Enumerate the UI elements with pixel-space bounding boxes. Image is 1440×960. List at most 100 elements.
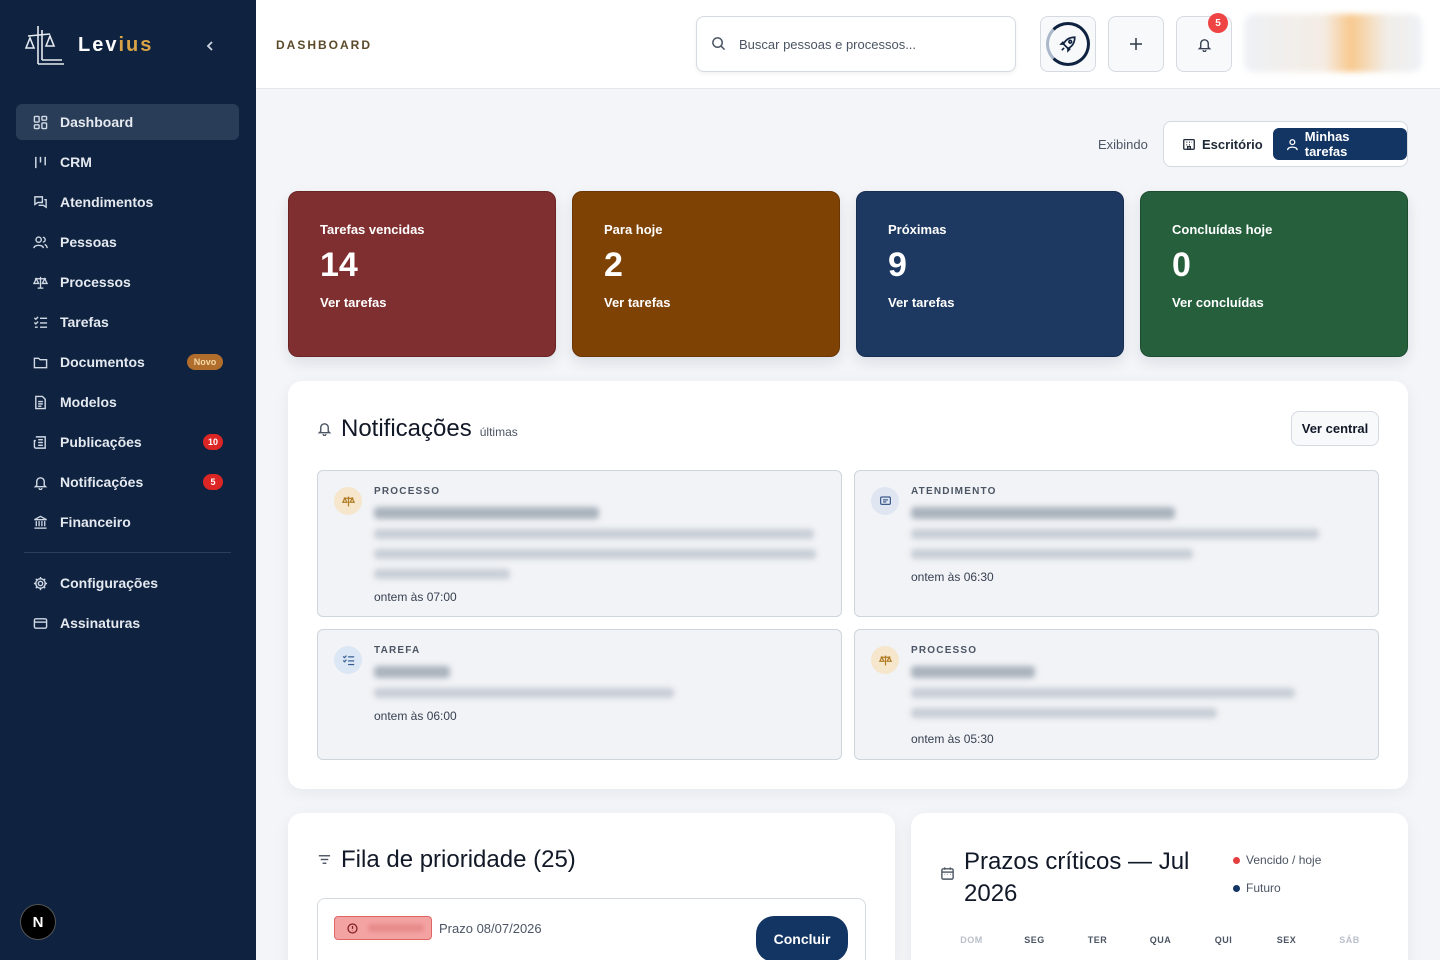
legend-future: Futuro (1233, 881, 1281, 895)
sidebar-item-atendimentos[interactable]: Atendimentos (16, 184, 239, 220)
sidebar-item-label: Notificações (60, 474, 144, 490)
sidebar-item-label: Pessoas (60, 234, 117, 250)
onboarding-rocket-button[interactable] (1040, 16, 1096, 72)
chevron-left-icon (206, 41, 213, 51)
view-mine-option[interactable]: Minhas tarefas (1273, 128, 1407, 160)
add-button[interactable] (1108, 16, 1164, 72)
notification-time: ontem às 06:30 (911, 570, 994, 584)
redacted-title (911, 507, 1175, 519)
card-icon (32, 615, 48, 631)
scale-icon (334, 487, 362, 515)
bell-icon (1197, 38, 1211, 52)
stat-label: Tarefas vencidas (320, 222, 425, 237)
complete-button[interactable]: Concluir (756, 916, 848, 960)
stat-link[interactable]: Ver tarefas (320, 295, 524, 310)
calendar-weekdays: DOM SEG TER QUA QUI SEX SÁB (940, 935, 1408, 945)
file-icon (32, 394, 48, 410)
sidebar-item-label: Configurações (60, 575, 159, 591)
sidebar-item-label: Atendimentos (60, 194, 154, 210)
gear-icon (32, 575, 48, 591)
redacted-text (374, 569, 510, 579)
count-badge: 5 (203, 474, 223, 490)
sidebar-item-tarefas[interactable]: Tarefas (16, 304, 239, 340)
sidebar-item-configuracoes[interactable]: Configurações (16, 565, 239, 601)
priority-queue-title: Fila de prioridade (25) (341, 846, 576, 873)
stat-link[interactable]: Ver tarefas (604, 295, 808, 310)
sidebar-item-assinaturas[interactable]: Assinaturas (16, 605, 239, 641)
stat-completed-today[interactable]: Concluídas hoje 0 Ver concluídas (1140, 191, 1408, 357)
bell-icon (32, 474, 48, 490)
weekday-label: QUA (1149, 935, 1172, 945)
search-box[interactable] (696, 16, 1016, 72)
stat-overdue-tasks[interactable]: Tarefas vencidas 14 Ver tarefas (288, 191, 556, 357)
deadline-text: Prazo 08/07/2026 (439, 921, 542, 936)
stat-value: 2 (604, 246, 623, 284)
redacted-title (374, 666, 450, 678)
users-icon (32, 234, 48, 250)
legend-dot-future (1233, 884, 1240, 892)
weekday-label: DOM (960, 935, 983, 945)
weekday-label: SÁB (1339, 935, 1360, 945)
notifications-title: Notificações últimas (341, 415, 518, 442)
checklist-icon (32, 314, 48, 330)
notification-item[interactable]: TAREFA ontem às 06:00 (317, 629, 842, 760)
collapse-sidebar-button[interactable] (200, 36, 220, 56)
notification-time: ontem às 06:00 (374, 709, 457, 723)
stat-link[interactable]: Ver concluídas (1172, 295, 1376, 310)
notifications-button[interactable]: 5 (1176, 13, 1232, 72)
view-center-button[interactable]: Ver central (1291, 411, 1379, 446)
notification-kind: TAREFA (374, 645, 421, 656)
notification-item[interactable]: PROCESSO ontem às 05:30 (854, 629, 1379, 760)
redacted-text (911, 549, 1193, 559)
stat-upcoming-tasks[interactable]: Próximas 9 Ver tarefas (856, 191, 1124, 357)
building-icon (1183, 138, 1195, 150)
scales-logo-icon (24, 26, 64, 65)
redacted-title (374, 507, 599, 519)
bank-icon (32, 514, 48, 530)
sidebar-item-pessoas[interactable]: Pessoas (16, 224, 239, 260)
sidebar-item-modelos[interactable]: Modelos (16, 384, 239, 420)
notification-item[interactable]: PROCESSO ontem às 07:00 (317, 470, 842, 617)
redacted-text (911, 688, 1295, 698)
weekday-label: TER (1087, 935, 1108, 945)
stat-today-tasks[interactable]: Para hoje 2 Ver tarefas (572, 191, 840, 357)
notification-time: ontem às 07:00 (374, 590, 457, 604)
notifications-card: Notificações últimas Ver central PROCESS… (288, 381, 1408, 789)
scale-icon (871, 646, 899, 674)
topbar: DASHBOARD 5 (256, 0, 1440, 89)
sidebar-item-label: Financeiro (60, 514, 131, 530)
redacted-text (374, 688, 674, 698)
progress-ring (1046, 22, 1090, 66)
notification-kind: PROCESSO (374, 486, 441, 497)
sidebar-item-publicacoes[interactable]: Publicações 10 (16, 424, 239, 460)
brand-name: Levius (78, 33, 154, 56)
legend-dot-overdue (1233, 856, 1240, 864)
brand[interactable]: Levius (24, 22, 153, 68)
sidebar-item-dashboard[interactable]: Dashboard (16, 104, 239, 140)
search-input[interactable] (739, 36, 989, 52)
sidebar-item-crm[interactable]: CRM (16, 144, 239, 180)
view-toggle: Escritório Minhas tarefas (1163, 121, 1408, 167)
sidebar-item-documentos[interactable]: Documentos Novo (16, 344, 239, 380)
notification-kind: ATENDIMENTO (911, 486, 997, 497)
sidebar-item-financeiro[interactable]: Financeiro (16, 504, 239, 540)
stat-label: Concluídas hoje (1172, 222, 1273, 237)
stat-value: 9 (888, 246, 907, 284)
notification-item[interactable]: ATENDIMENTO ontem às 06:30 (854, 470, 1379, 617)
stat-link[interactable]: Ver tarefas (888, 295, 1092, 310)
chat-icon (32, 194, 48, 210)
sidebar-item-notificacoes[interactable]: Notificações 5 (16, 464, 239, 500)
plus-icon (1130, 38, 1142, 50)
chat-icon (871, 487, 899, 515)
priority-item[interactable]: Prazo 08/07/2026 Concluir (317, 898, 866, 960)
sidebar-item-label: Tarefas (60, 314, 109, 330)
view-office-option[interactable]: Escritório (1172, 128, 1273, 160)
user-menu[interactable] (1244, 14, 1422, 72)
view-label: Exibindo (1098, 137, 1148, 152)
next-dev-indicator[interactable]: N (20, 904, 56, 940)
page-title: DASHBOARD (276, 38, 372, 52)
critical-deadlines-title: Prazos críticos — Jul 2026 (964, 848, 1190, 907)
sidebar-item-processos[interactable]: Processos (16, 264, 239, 300)
grid-icon (32, 114, 48, 130)
sidebar-item-label: Documentos (60, 354, 145, 370)
